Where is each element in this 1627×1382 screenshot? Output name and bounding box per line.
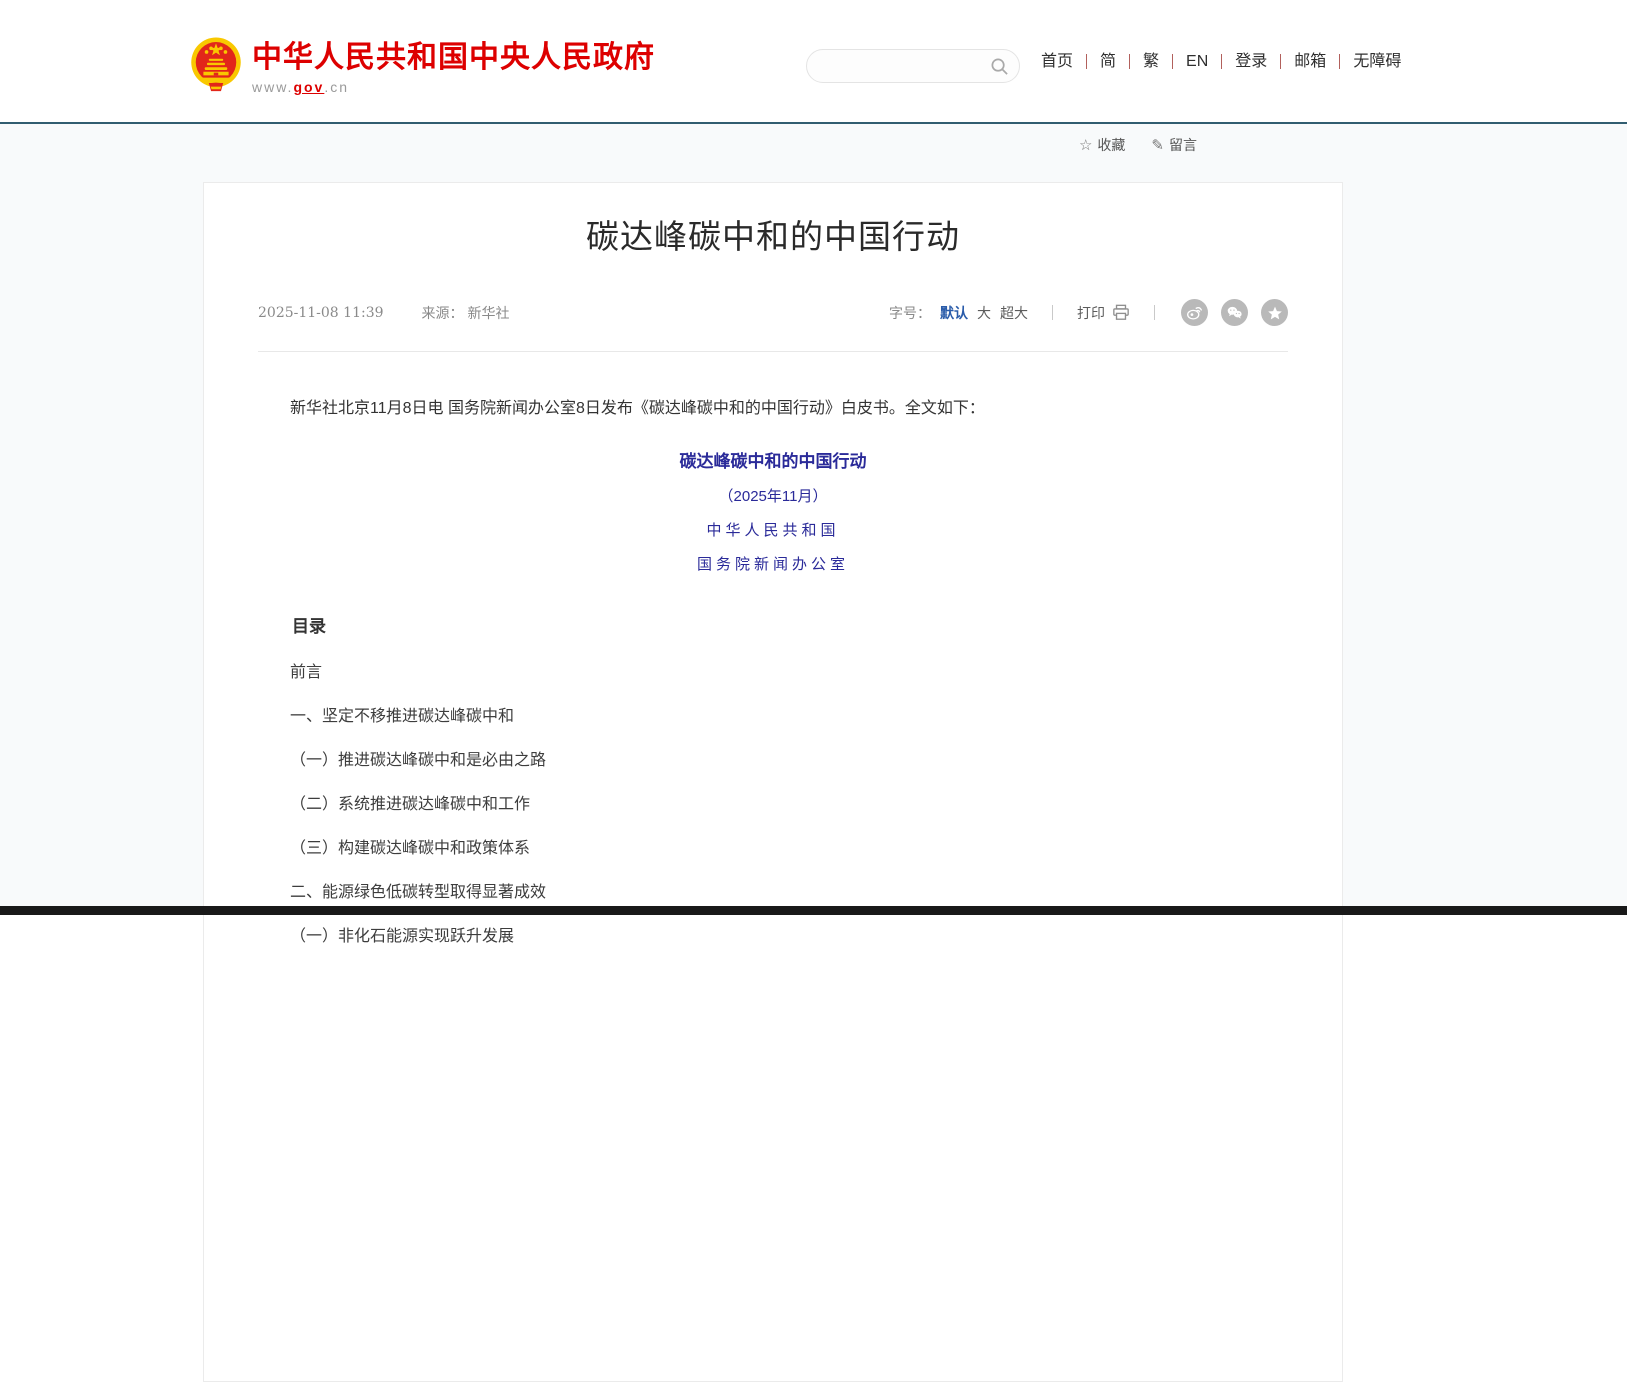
weibo-share-button[interactable]	[1181, 299, 1208, 326]
article-title: 碳达峰碳中和的中国行动	[258, 217, 1288, 257]
article-toolbar: 字号： 默认大超大 打印	[889, 299, 1288, 326]
source-value[interactable]: 新华社	[468, 303, 510, 323]
comment-label: 留言	[1169, 135, 1197, 155]
nav-item[interactable]: 登录	[1221, 54, 1280, 69]
printer-icon	[1112, 304, 1130, 321]
publish-date: 2025-11-08 11:39	[258, 305, 384, 321]
search-icon[interactable]	[990, 57, 1009, 76]
pencil-icon: ✎	[1151, 136, 1164, 154]
search-box	[806, 49, 1020, 83]
fontsize-label: 字号：	[889, 303, 931, 323]
nav-item[interactable]: 首页	[1028, 54, 1086, 69]
star-icon: ☆	[1079, 136, 1092, 154]
top-nav: 首页简繁EN登录邮箱无障碍	[1028, 54, 1414, 69]
site-url-prefix: www.	[252, 79, 293, 95]
nav-item[interactable]: 无障碍	[1339, 54, 1414, 69]
national-emblem-icon	[189, 36, 243, 94]
search-input[interactable]	[823, 57, 990, 75]
favorite-button[interactable]: ☆ 收藏	[1079, 135, 1125, 155]
nav-item[interactable]: 邮箱	[1280, 54, 1339, 69]
favorite-label: 收藏	[1097, 135, 1125, 155]
fontsize-options: 默认大超大	[931, 303, 1028, 323]
star-share-button[interactable]	[1261, 299, 1288, 326]
site-url-suffix: .cn	[324, 79, 349, 95]
toc-item: （三）构建碳达峰碳中和政策体系	[258, 840, 1288, 857]
article-card: 碳达峰碳中和的中国行动 2025-11-08 11:39 来源： 新华社 字号：…	[203, 182, 1343, 1382]
toolbar-separator	[1052, 305, 1053, 320]
toc-item: 二、能源绿色低碳转型取得显著成效	[258, 884, 1288, 901]
fontsize-option[interactable]: 默认	[940, 303, 968, 323]
national-emblem-logo[interactable]	[189, 36, 243, 94]
nav-item[interactable]: EN	[1172, 54, 1221, 69]
article-center-block: 碳达峰碳中和的中国行动 （2025年11月） 中华人民共和国国务院新闻办公室	[258, 447, 1288, 574]
site-url: www.gov.cn	[252, 79, 655, 95]
center-line: （2025年11月）	[258, 485, 1288, 506]
toc-item: （二）系统推进碳达峰碳中和工作	[258, 796, 1288, 813]
comment-button[interactable]: ✎ 留言	[1151, 135, 1197, 155]
site-title: 中华人民共和国中央人民政府	[252, 42, 655, 74]
star-circle-icon	[1267, 305, 1283, 321]
page-body: ☆ 收藏 ✎ 留言 碳达峰碳中和的中国行动 2025-11-08 11:39 来…	[0, 124, 1627, 915]
site-url-gov: gov	[293, 79, 324, 95]
print-button[interactable]: 打印	[1077, 303, 1130, 323]
article-meta-row: 2025-11-08 11:39 来源： 新华社 字号： 默认大超大 打印	[258, 299, 1288, 326]
print-label: 打印	[1077, 303, 1105, 323]
site-header: 中华人民共和国中央人民政府 www.gov.cn 首页简繁EN登录邮箱无障碍	[0, 0, 1627, 122]
share-icons	[1181, 299, 1288, 326]
toc-item: 前言	[258, 664, 1288, 681]
toolbar-separator	[1154, 305, 1155, 320]
toc-item: 一、坚定不移推进碳达峰碳中和	[258, 708, 1288, 725]
article-actions-row: ☆ 收藏 ✎ 留言	[203, 135, 1343, 155]
fontsize-option[interactable]: 超大	[1000, 303, 1028, 323]
nav-item[interactable]: 简	[1086, 54, 1129, 69]
toc-heading: 目录	[258, 612, 1288, 637]
wechat-icon	[1226, 304, 1243, 321]
center-line: 碳达峰碳中和的中国行动	[258, 447, 1288, 472]
fontsize-option[interactable]: 大	[977, 303, 991, 323]
site-brand: 中华人民共和国中央人民政府 www.gov.cn	[252, 42, 655, 95]
viewport-bottom-bar	[0, 906, 1627, 915]
meta-divider-line	[258, 351, 1288, 352]
wechat-share-button[interactable]	[1221, 299, 1248, 326]
weibo-icon	[1186, 304, 1203, 321]
center-line: 国务院新闻办公室	[258, 553, 1288, 574]
article-lead-paragraph: 新华社北京11月8日电 国务院新闻办公室8日发布《碳达峰碳中和的中国行动》白皮书…	[258, 396, 1288, 422]
toc-item: （一）推进碳达峰碳中和是必由之路	[258, 752, 1288, 769]
toc-item: （一）非化石能源实现跃升发展	[258, 928, 1288, 945]
source-label: 来源：	[422, 303, 464, 323]
nav-item[interactable]: 繁	[1129, 54, 1172, 69]
center-line: 中华人民共和国	[258, 519, 1288, 540]
toc-list: 前言一、坚定不移推进碳达峰碳中和 （一）推进碳达峰碳中和是必由之路 （二）系统推进碳…	[258, 664, 1288, 945]
